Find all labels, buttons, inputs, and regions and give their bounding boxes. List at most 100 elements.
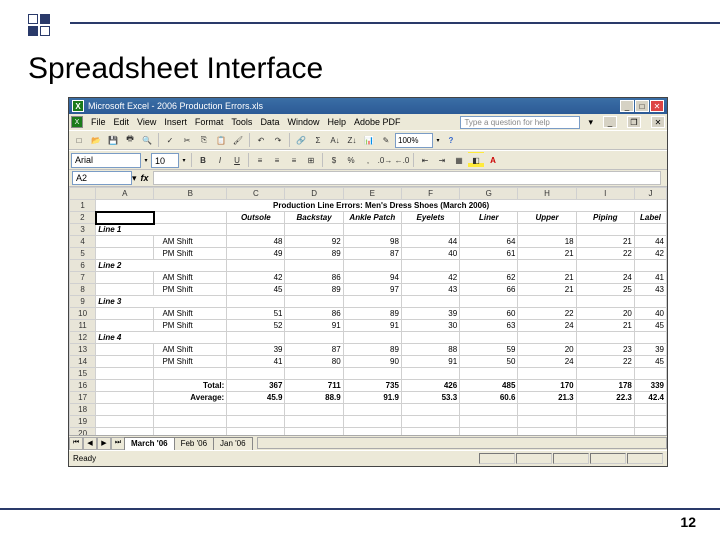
save-icon[interactable]: 💾 bbox=[105, 132, 121, 148]
zoom-box[interactable]: 100% bbox=[395, 133, 433, 148]
worksheet-grid[interactable]: ABCDEFGHIJ1Production Line Errors: Men's… bbox=[69, 187, 667, 435]
data-cell[interactable]: 97 bbox=[343, 284, 401, 296]
data-cell[interactable]: 48 bbox=[227, 236, 285, 248]
data-cell[interactable]: 21 bbox=[518, 284, 576, 296]
selected-cell[interactable] bbox=[96, 212, 154, 224]
total-cell[interactable]: 711 bbox=[285, 380, 343, 392]
increase-indent-icon[interactable]: ⇥ bbox=[434, 152, 450, 168]
help-dropdown-icon[interactable]: ▾ bbox=[588, 117, 593, 128]
bold-icon[interactable]: B bbox=[195, 152, 211, 168]
borders-icon[interactable]: ▦ bbox=[451, 152, 467, 168]
menu-format[interactable]: Format bbox=[195, 117, 224, 127]
data-cell[interactable]: 50 bbox=[460, 356, 518, 368]
app-icon[interactable]: X bbox=[71, 116, 83, 128]
tab-prev-icon[interactable]: ◀ bbox=[83, 437, 97, 450]
data-cell[interactable]: 21 bbox=[518, 248, 576, 260]
data-cell[interactable]: 18 bbox=[518, 236, 576, 248]
data-cell[interactable]: 59 bbox=[460, 344, 518, 356]
data-cell[interactable]: 22 bbox=[576, 248, 634, 260]
data-cell[interactable]: 63 bbox=[460, 320, 518, 332]
data-cell[interactable]: 62 bbox=[460, 272, 518, 284]
col-header[interactable]: E bbox=[343, 188, 401, 200]
average-cell[interactable]: 60.6 bbox=[460, 392, 518, 404]
total-cell[interactable]: 178 bbox=[576, 380, 634, 392]
average-cell[interactable]: 22.3 bbox=[576, 392, 634, 404]
data-cell[interactable]: 89 bbox=[343, 344, 401, 356]
menu-file[interactable]: File bbox=[91, 117, 106, 127]
row-header[interactable]: 8 bbox=[70, 284, 96, 296]
total-cell[interactable]: 339 bbox=[634, 380, 666, 392]
data-cell[interactable]: 87 bbox=[285, 344, 343, 356]
cut-icon[interactable]: ✂ bbox=[179, 132, 195, 148]
redo-icon[interactable]: ↷ bbox=[270, 132, 286, 148]
doc-minimize-button[interactable]: _ bbox=[603, 116, 617, 128]
col-header[interactable]: J bbox=[634, 188, 666, 200]
chart-wizard-icon[interactable]: 📊 bbox=[361, 132, 377, 148]
data-cell[interactable]: 94 bbox=[343, 272, 401, 284]
maximize-button[interactable]: □ bbox=[635, 100, 649, 112]
data-cell[interactable]: 87 bbox=[343, 248, 401, 260]
data-cell[interactable]: 92 bbox=[285, 236, 343, 248]
name-dropdown-icon[interactable]: ▾ bbox=[132, 173, 137, 184]
data-cell[interactable]: 45 bbox=[634, 320, 666, 332]
row-header[interactable]: 2 bbox=[70, 212, 96, 224]
data-cell[interactable]: 45 bbox=[634, 356, 666, 368]
comma-icon[interactable]: , bbox=[360, 152, 376, 168]
average-cell[interactable]: 42.4 bbox=[634, 392, 666, 404]
row-header[interactable]: 16 bbox=[70, 380, 96, 392]
size-dropdown-icon[interactable]: ▾ bbox=[180, 157, 188, 164]
hyperlink-icon[interactable]: 🔗 bbox=[293, 132, 309, 148]
data-cell[interactable]: 41 bbox=[634, 272, 666, 284]
doc-close-button[interactable]: ✕ bbox=[651, 116, 665, 128]
formula-bar[interactable] bbox=[153, 171, 661, 185]
menu-window[interactable]: Window bbox=[287, 117, 319, 127]
data-cell[interactable]: 20 bbox=[518, 344, 576, 356]
data-cell[interactable]: 39 bbox=[634, 344, 666, 356]
tab-next-icon[interactable]: ▶ bbox=[97, 437, 111, 450]
data-cell[interactable]: 24 bbox=[518, 320, 576, 332]
average-cell[interactable]: 21.3 bbox=[518, 392, 576, 404]
data-cell[interactable]: 51 bbox=[227, 308, 285, 320]
row-header[interactable]: 6 bbox=[70, 260, 96, 272]
font-color-icon[interactable]: A bbox=[485, 152, 501, 168]
row-header[interactable]: 17 bbox=[70, 392, 96, 404]
col-header[interactable]: G bbox=[460, 188, 518, 200]
average-cell[interactable]: 53.3 bbox=[401, 392, 459, 404]
align-right-icon[interactable]: ≡ bbox=[286, 152, 302, 168]
undo-icon[interactable]: ↶ bbox=[253, 132, 269, 148]
currency-icon[interactable]: $ bbox=[326, 152, 342, 168]
col-header[interactable]: D bbox=[285, 188, 343, 200]
paste-icon[interactable]: 📋 bbox=[213, 132, 229, 148]
data-cell[interactable]: 86 bbox=[285, 308, 343, 320]
help-icon[interactable]: ? bbox=[443, 132, 459, 148]
data-cell[interactable]: 21 bbox=[576, 320, 634, 332]
data-cell[interactable]: 89 bbox=[343, 308, 401, 320]
row-header[interactable]: 14 bbox=[70, 356, 96, 368]
row-header[interactable]: 1 bbox=[70, 200, 96, 212]
tab-first-icon[interactable]: ⏮ bbox=[69, 437, 83, 450]
title-bar[interactable]: X Microsoft Excel - 2006 Production Erro… bbox=[69, 98, 667, 114]
data-cell[interactable]: 25 bbox=[576, 284, 634, 296]
open-icon[interactable]: 📂 bbox=[88, 132, 104, 148]
total-cell[interactable]: 485 bbox=[460, 380, 518, 392]
menu-adobe-pdf[interactable]: Adobe PDF bbox=[354, 117, 401, 127]
percent-icon[interactable]: % bbox=[343, 152, 359, 168]
data-cell[interactable]: 64 bbox=[460, 236, 518, 248]
col-header[interactable]: A bbox=[96, 188, 154, 200]
font-selector[interactable]: Arial bbox=[71, 153, 141, 168]
col-header[interactable]: C bbox=[227, 188, 285, 200]
close-button[interactable]: ✕ bbox=[650, 100, 664, 112]
select-all[interactable] bbox=[70, 188, 96, 200]
data-cell[interactable]: 21 bbox=[576, 236, 634, 248]
data-cell[interactable]: 42 bbox=[227, 272, 285, 284]
horizontal-scrollbar[interactable] bbox=[257, 437, 667, 449]
sort-desc-icon[interactable]: Z↓ bbox=[344, 132, 360, 148]
data-cell[interactable]: 98 bbox=[343, 236, 401, 248]
row-header[interactable]: 19 bbox=[70, 416, 96, 428]
average-cell[interactable]: 88.9 bbox=[285, 392, 343, 404]
underline-icon[interactable]: U bbox=[229, 152, 245, 168]
row-header[interactable]: 13 bbox=[70, 344, 96, 356]
data-cell[interactable]: 42 bbox=[401, 272, 459, 284]
minimize-button[interactable]: _ bbox=[620, 100, 634, 112]
fill-color-icon[interactable]: ◧ bbox=[468, 152, 484, 168]
